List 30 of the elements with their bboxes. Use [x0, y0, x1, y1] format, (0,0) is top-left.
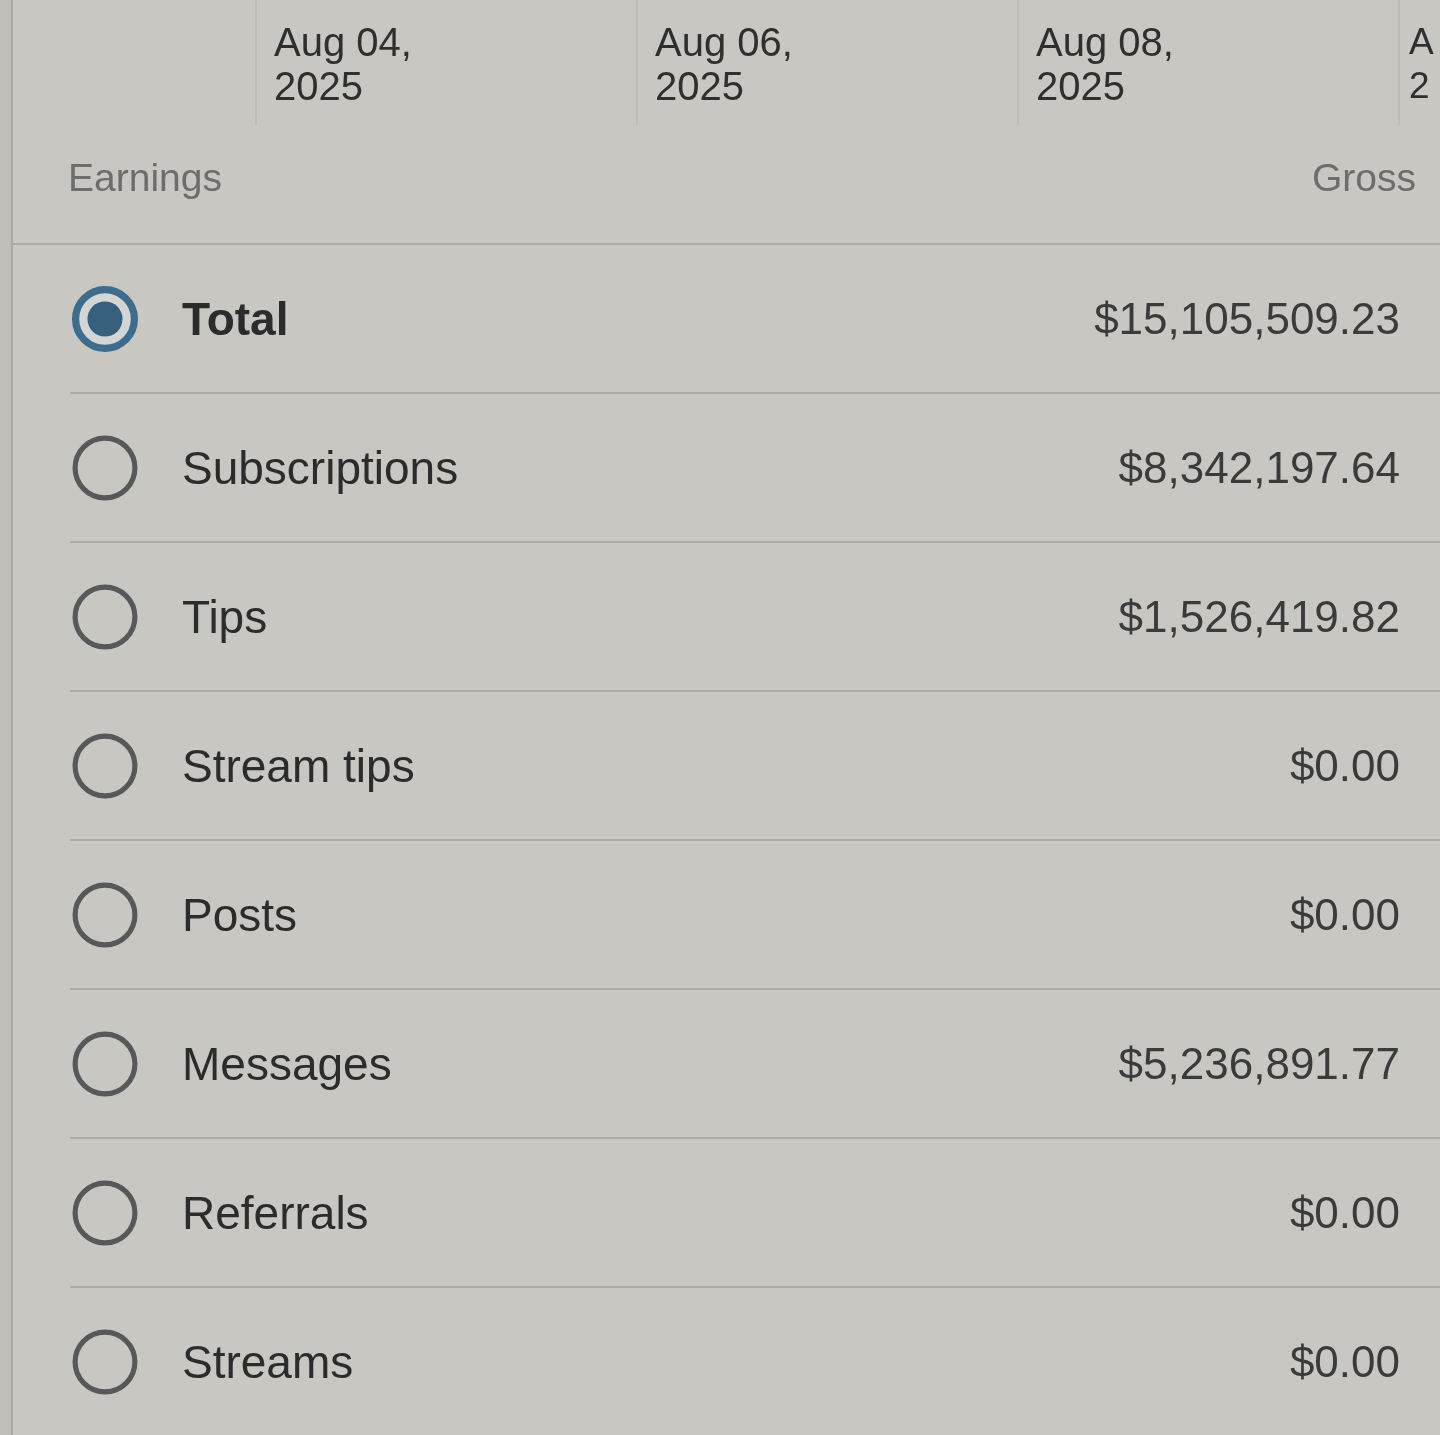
option-label: Total	[182, 291, 289, 346]
amount-text: $15,105,509.23	[1094, 293, 1400, 344]
radio-button[interactable]	[72, 1328, 138, 1395]
amount-text: $1,526,419.82	[1118, 591, 1400, 642]
axis-label: A 2	[1409, 20, 1434, 108]
option-label: Streams	[182, 1334, 354, 1389]
column-header: Gross	[1312, 156, 1416, 200]
radio-button[interactable]	[72, 881, 138, 948]
amount-text: $0.00	[1289, 889, 1400, 940]
axis-label: Aug 06, 2025	[655, 20, 793, 108]
axis-label: Aug 04, 2025	[274, 20, 412, 108]
radio-button[interactable]	[72, 732, 138, 799]
amount-text: $5,236,891.77	[1118, 1038, 1400, 1089]
axis-label: Aug 08, 2025	[1036, 20, 1174, 108]
amount-text: $0.00	[1289, 1336, 1400, 1387]
radio-button[interactable]	[72, 583, 138, 650]
amount-text: $0.00	[1289, 740, 1400, 791]
option-label: Subscriptions	[182, 440, 459, 495]
radio-button[interactable]	[72, 285, 138, 352]
option-label: Messages	[182, 1036, 392, 1091]
radio-button[interactable]	[72, 434, 138, 501]
option-label: Tips	[182, 589, 268, 644]
radio-button[interactable]	[72, 1179, 138, 1246]
option-label: Referrals	[182, 1185, 369, 1240]
option-label: Posts	[182, 887, 298, 942]
radio-button[interactable]	[72, 1030, 138, 1097]
column-header: Earnings	[68, 156, 222, 200]
option-label: Stream tips	[182, 738, 415, 793]
amount-text: $8,342,197.64	[1118, 442, 1400, 493]
amount-text: $0.00	[1289, 1187, 1400, 1238]
